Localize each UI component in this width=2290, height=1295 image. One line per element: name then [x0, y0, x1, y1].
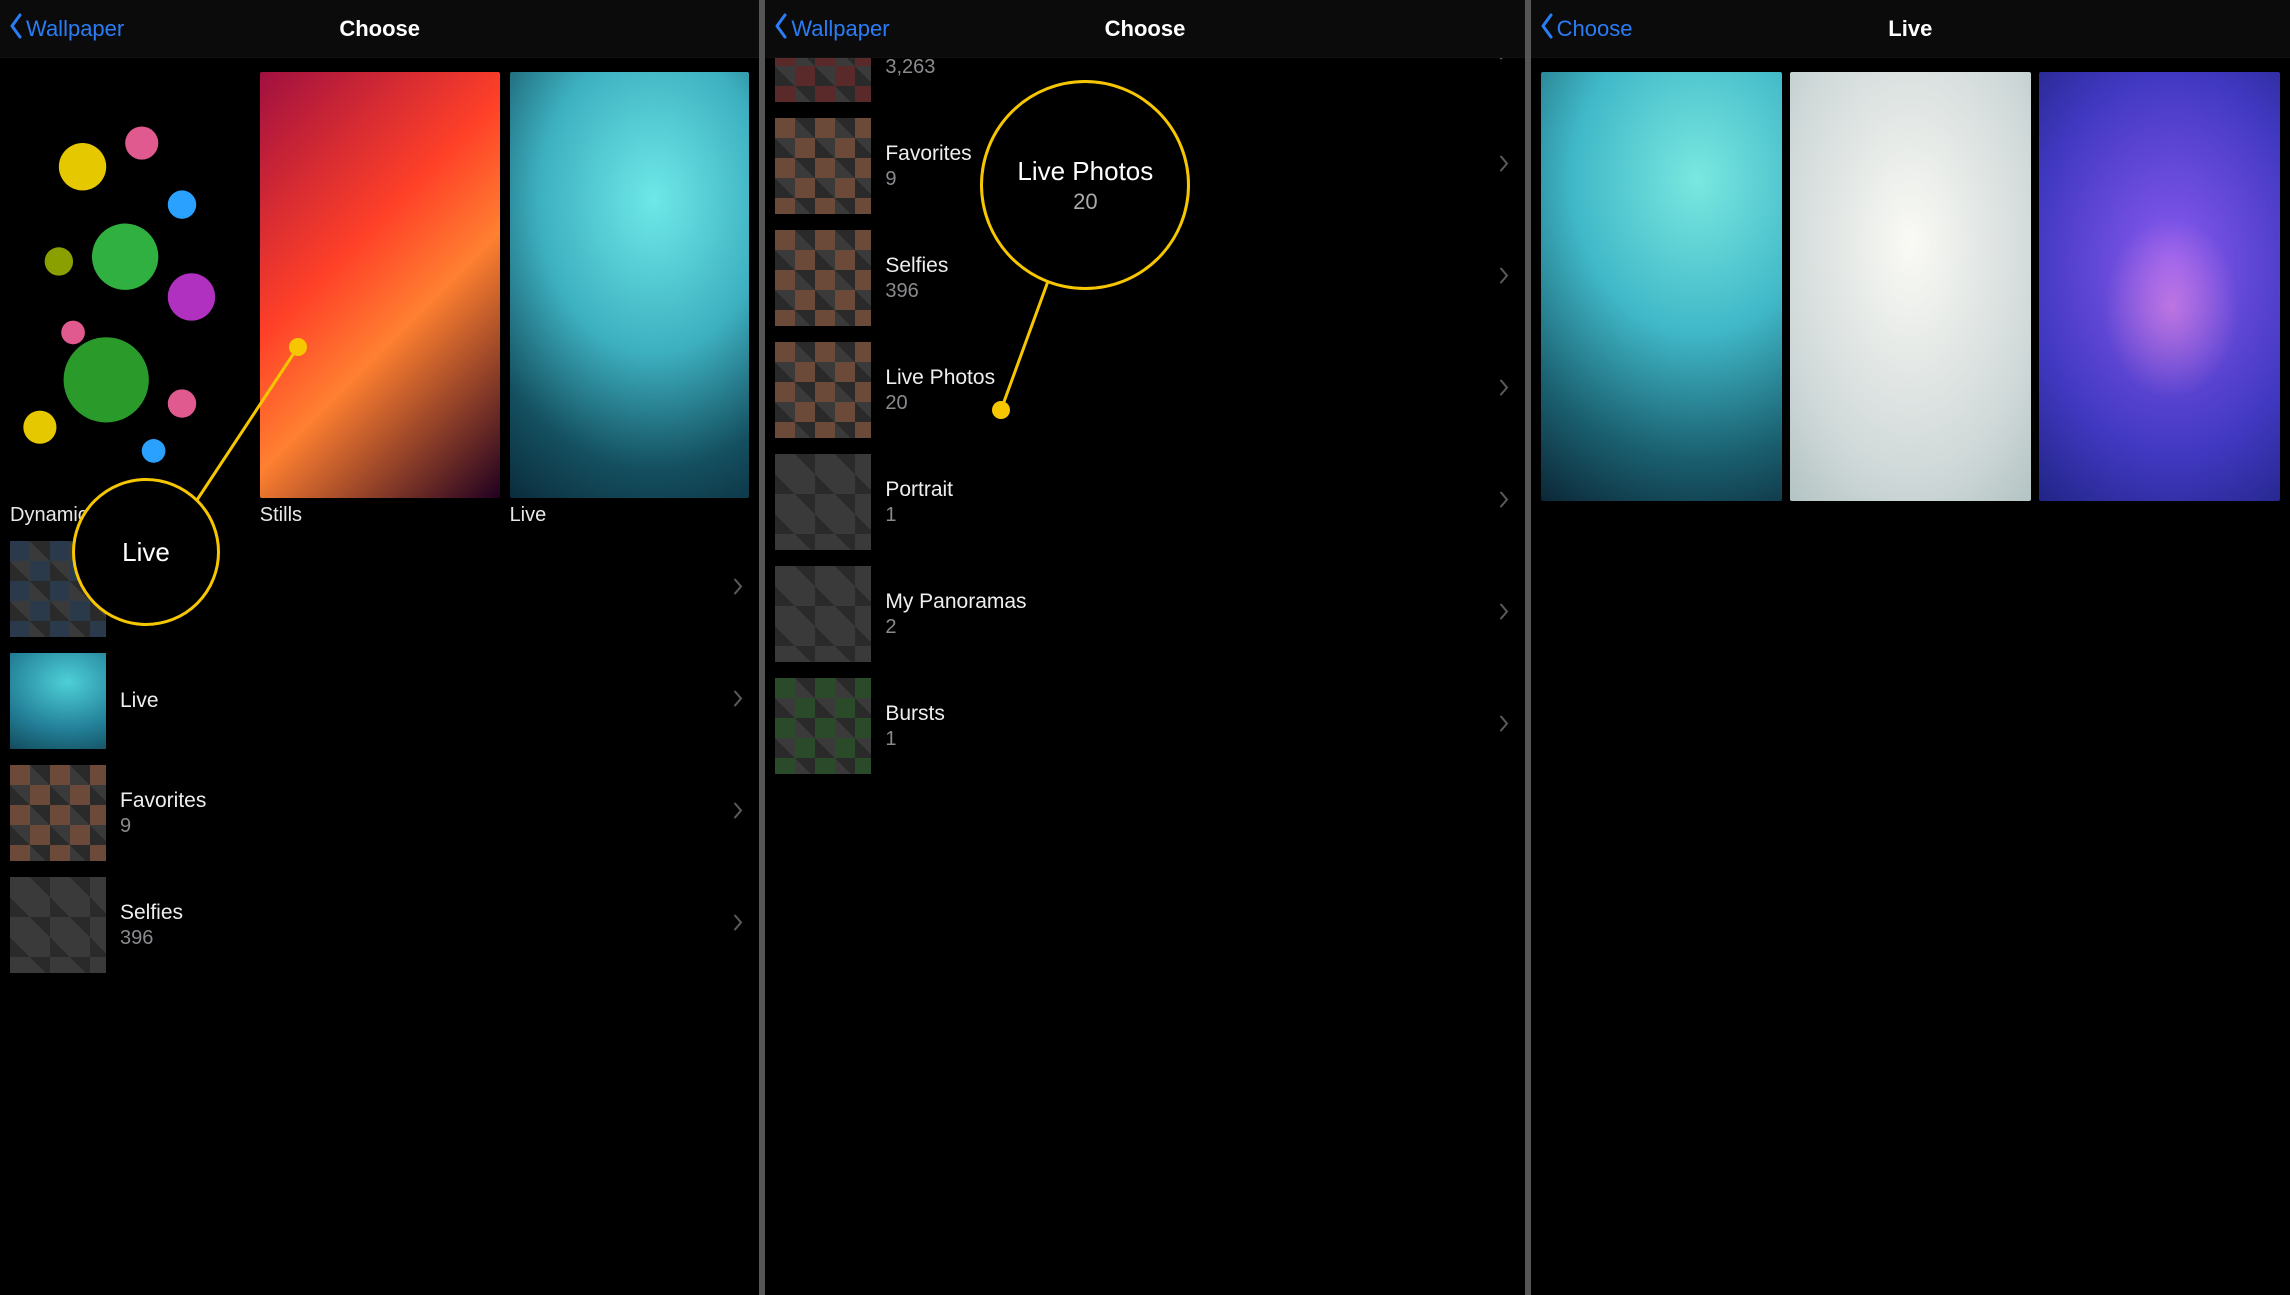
chevron-right-icon — [1499, 715, 1509, 738]
chevron-right-icon — [733, 802, 743, 825]
category-thumb-live — [510, 72, 750, 498]
back-label: Wallpaper — [26, 16, 124, 42]
album-row-recents[interactable]: Recents 3,263 — [765, 58, 1524, 110]
album-title: Favorites — [120, 789, 206, 813]
album-thumbnail — [775, 566, 871, 662]
screen-2-content: Recents 3,263 Favorites 9 Selfies 396 — [765, 58, 1524, 1295]
album-thumbnail — [775, 342, 871, 438]
chevron-left-icon — [773, 13, 789, 45]
album-thumbnail — [10, 653, 106, 749]
chevron-right-icon — [733, 914, 743, 937]
album-title: Live Photos — [885, 366, 995, 390]
back-button[interactable]: Wallpaper — [8, 13, 124, 45]
album-row-selfies[interactable]: Selfies 396 — [0, 869, 759, 981]
album-row-live-photos[interactable]: Live Photos 20 — [765, 334, 1524, 446]
album-row-selfies[interactable]: Selfies 396 — [765, 222, 1524, 334]
page-title: Live — [1888, 16, 1932, 42]
dynamic-bubbles-icon — [10, 72, 250, 498]
album-title: All Photos — [120, 565, 215, 589]
album-count: 20 — [885, 392, 995, 415]
live-wallpaper-3[interactable] — [2039, 72, 2280, 501]
page-title: Choose — [339, 16, 420, 42]
album-count: 3,263 — [885, 58, 962, 79]
chevron-right-icon — [1499, 491, 1509, 514]
live-wallpaper-2[interactable] — [1790, 72, 2031, 501]
album-row-live[interactable]: Live — [0, 645, 759, 757]
album-list: Recents 3,263 Favorites 9 Selfies 396 — [765, 58, 1524, 782]
album-thumbnail — [775, 678, 871, 774]
live-wallpaper-grid — [1531, 58, 2290, 515]
category-label: Dynamic — [10, 504, 250, 527]
navbar: Wallpaper Choose — [765, 0, 1524, 58]
chevron-left-icon — [1539, 13, 1555, 45]
album-count: 9 — [120, 815, 206, 838]
album-thumbnail — [775, 58, 871, 102]
category-label: Stills — [260, 504, 500, 527]
album-count: 2 — [885, 616, 1026, 639]
chevron-right-icon — [1499, 155, 1509, 178]
screen-3-content — [1531, 58, 2290, 1295]
chevron-right-icon — [1499, 58, 1509, 66]
back-button[interactable]: Wallpaper — [773, 13, 889, 45]
album-count: 396 — [120, 927, 183, 950]
screen-3-live: Choose Live — [1531, 0, 2290, 1295]
wallpaper-categories: Dynamic Stills Live — [0, 58, 759, 533]
album-thumbnail — [10, 541, 106, 637]
album-thumbnail — [775, 230, 871, 326]
album-thumbnail — [775, 454, 871, 550]
album-row-favorites[interactable]: Favorites 9 — [0, 757, 759, 869]
chevron-right-icon — [1499, 267, 1509, 290]
album-title: Selfies — [885, 254, 948, 278]
screen-1-content: Dynamic Stills Live All Photos 3,345 — [0, 58, 759, 1295]
album-count: 3,345 — [120, 591, 215, 614]
category-dynamic[interactable]: Dynamic — [10, 72, 250, 527]
live-wallpaper-1[interactable] — [1541, 72, 1782, 501]
chevron-right-icon — [1499, 603, 1509, 626]
album-count: 9 — [885, 168, 971, 191]
page-title: Choose — [1105, 16, 1186, 42]
album-count: 1 — [885, 504, 953, 527]
navbar: Choose Live — [1531, 0, 2290, 58]
navbar: Wallpaper Choose — [0, 0, 759, 58]
chevron-right-icon — [1499, 379, 1509, 402]
album-title: Portrait — [885, 478, 953, 502]
album-row-favorites[interactable]: Favorites 9 — [765, 110, 1524, 222]
album-row-all-photos[interactable]: All Photos 3,345 — [0, 533, 759, 645]
category-thumb-stills — [260, 72, 500, 498]
album-count: 396 — [885, 280, 948, 303]
album-row-portrait[interactable]: Portrait 1 — [765, 446, 1524, 558]
album-count: 1 — [885, 728, 945, 751]
screen-1-choose: Wallpaper Choose — [0, 0, 759, 1295]
album-title: Live — [120, 689, 159, 713]
album-title: My Panoramas — [885, 590, 1026, 614]
chevron-right-icon — [733, 578, 743, 601]
category-thumb-dynamic — [10, 72, 250, 498]
album-thumbnail — [775, 118, 871, 214]
album-title: Bursts — [885, 702, 945, 726]
album-title: Selfies — [120, 901, 183, 925]
album-title: Favorites — [885, 142, 971, 166]
album-row-my-panoramas[interactable]: My Panoramas 2 — [765, 558, 1524, 670]
album-thumbnail — [10, 877, 106, 973]
chevron-right-icon — [733, 690, 743, 713]
screen-2-choose-albums: Wallpaper Choose Recents 3,263 Favorites… — [765, 0, 1524, 1295]
category-label: Live — [510, 504, 750, 527]
album-thumbnail — [10, 765, 106, 861]
back-label: Choose — [1557, 16, 1633, 42]
category-stills[interactable]: Stills — [260, 72, 500, 527]
category-live[interactable]: Live — [510, 72, 750, 527]
album-row-bursts[interactable]: Bursts 1 — [765, 670, 1524, 782]
chevron-left-icon — [8, 13, 24, 45]
back-label: Wallpaper — [791, 16, 889, 42]
back-button[interactable]: Choose — [1539, 13, 1633, 45]
album-list: All Photos 3,345 Live Favorites 9 — [0, 533, 759, 981]
